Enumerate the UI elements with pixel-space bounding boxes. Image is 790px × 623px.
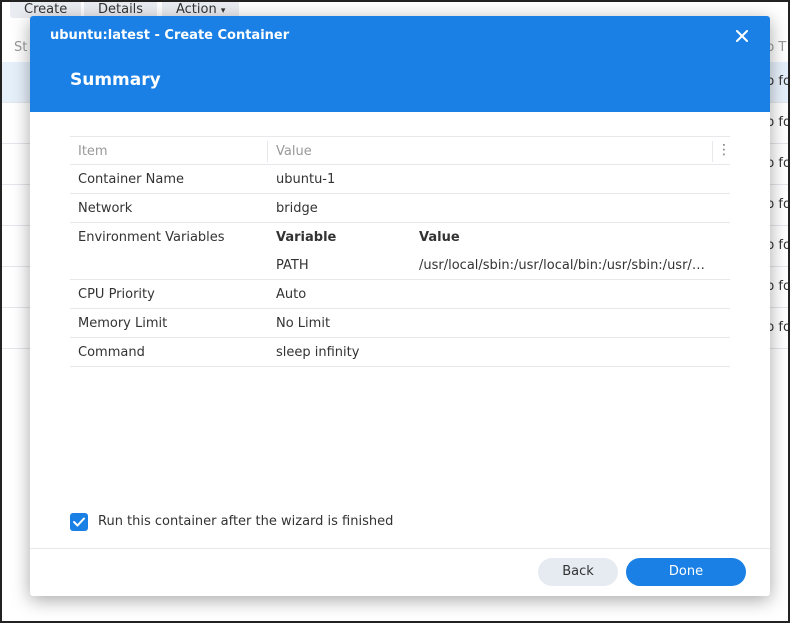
app-window: Create Details Action ▾ St p T p fo p fo… bbox=[0, 0, 790, 623]
row-item: Container Name bbox=[78, 172, 185, 187]
row-value: ubuntu-1 bbox=[276, 172, 336, 187]
env-variable-name: PATH bbox=[276, 258, 309, 273]
table-row: Memory Limit No Limit bbox=[70, 309, 730, 338]
back-button[interactable]: Back bbox=[538, 558, 618, 586]
table-row: Container Name ubuntu-1 bbox=[70, 165, 730, 194]
table-row: CPU Priority Auto bbox=[70, 280, 730, 309]
row-item: Environment Variables bbox=[78, 230, 225, 245]
dialog-header: ubuntu:latest - Create Container Summary bbox=[30, 16, 770, 112]
row-item: Command bbox=[78, 345, 145, 360]
caret-down-icon: ▾ bbox=[220, 6, 226, 16]
column-divider[interactable] bbox=[267, 141, 268, 162]
table-row: Command sleep infinity bbox=[70, 338, 730, 367]
run-after-wizard-label[interactable]: Run this container after the wizard is f… bbox=[98, 514, 393, 529]
column-header-item: Item bbox=[78, 144, 108, 159]
footer-divider bbox=[30, 548, 770, 549]
column-header-value: Value bbox=[276, 144, 312, 159]
background-column-header: St bbox=[14, 40, 28, 55]
checkmark-icon bbox=[73, 517, 85, 527]
env-value-header: Value bbox=[419, 230, 460, 245]
table-row-environment: Environment Variables Variable Value PAT… bbox=[70, 223, 730, 280]
row-value: Auto bbox=[276, 287, 307, 302]
row-value: sleep infinity bbox=[276, 345, 360, 360]
table-row: Network bridge bbox=[70, 194, 730, 223]
action-label: Action bbox=[176, 2, 217, 17]
env-variable-header: Variable bbox=[276, 230, 337, 245]
row-value: bridge bbox=[276, 201, 318, 216]
table-header: Item Value ⋮ bbox=[70, 136, 731, 165]
close-icon[interactable] bbox=[732, 26, 752, 46]
dialog-title: ubuntu:latest - Create Container bbox=[50, 28, 290, 43]
row-value: No Limit bbox=[276, 316, 331, 331]
step-title: Summary bbox=[70, 70, 161, 90]
row-item: Memory Limit bbox=[78, 316, 168, 331]
column-menu-icon[interactable]: ⋮ bbox=[717, 137, 731, 164]
create-container-dialog: ubuntu:latest - Create Container Summary… bbox=[30, 16, 770, 596]
column-divider[interactable] bbox=[712, 141, 713, 162]
env-variable-value: /usr/local/sbin:/usr/local/bin:/usr/sbin… bbox=[419, 258, 709, 273]
row-item: Network bbox=[78, 201, 133, 216]
summary-table: Item Value ⋮ Container Name ubuntu-1 Net… bbox=[70, 136, 731, 367]
done-button[interactable]: Done bbox=[626, 558, 746, 586]
row-item: CPU Priority bbox=[78, 287, 155, 302]
run-after-wizard-checkbox[interactable] bbox=[70, 513, 88, 531]
